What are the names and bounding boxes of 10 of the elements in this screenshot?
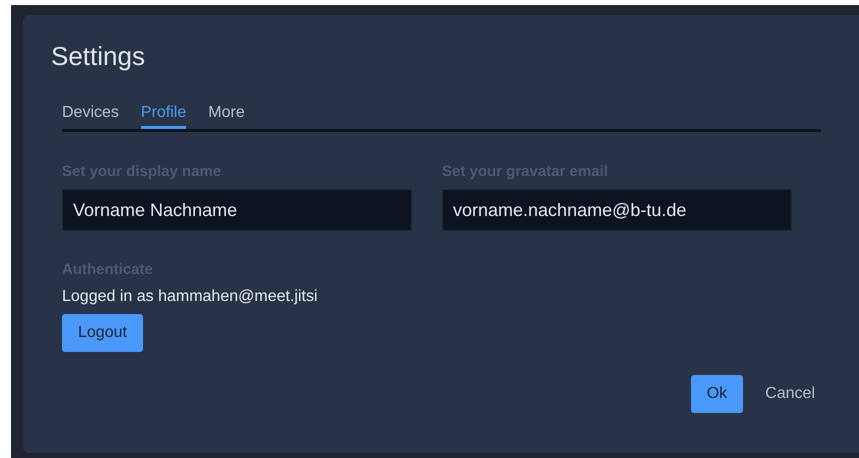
text-field[interactable]: Vorname Nachname <box>62 189 412 231</box>
cancel-button[interactable]: Cancel <box>759 375 821 413</box>
text-field[interactable]: vorname.nachname@b-tu.de <box>442 189 792 231</box>
tab[interactable]: More <box>208 97 245 129</box>
tab[interactable]: Devices <box>62 97 119 129</box>
logout-button[interactable]: Logout <box>62 314 143 352</box>
ok-button[interactable]: Ok <box>690 375 744 413</box>
dialog-title: Settings <box>51 41 146 73</box>
login-status: Logged in as hammahen@meet.jitsi <box>62 288 318 306</box>
tab[interactable]: Profile <box>140 97 186 129</box>
